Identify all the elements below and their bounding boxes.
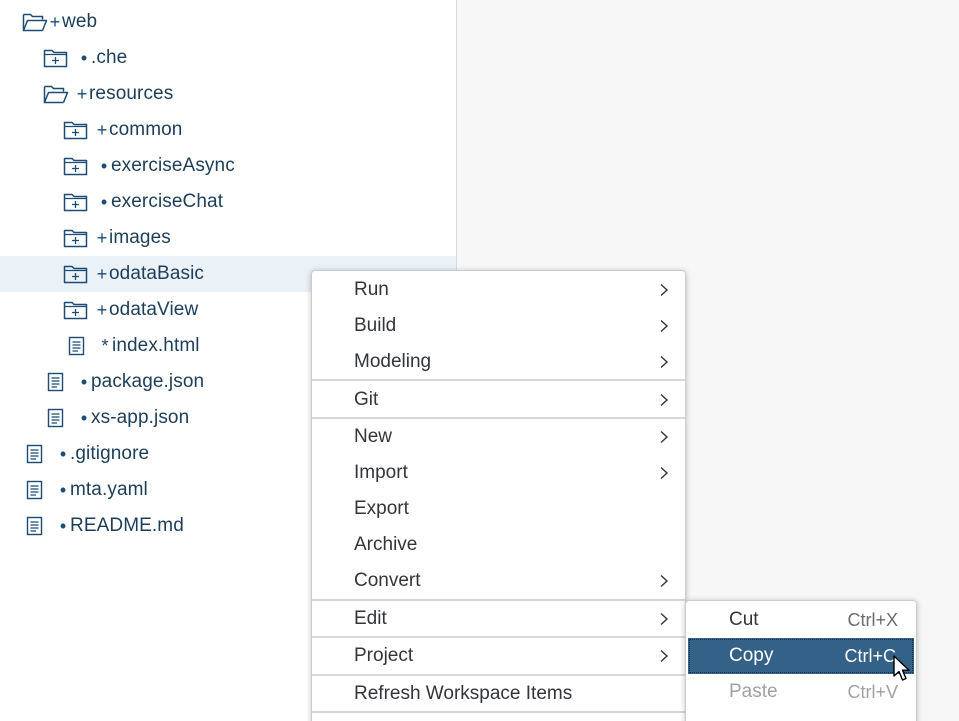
menu-item-label: Run [354,279,389,300]
menu-item-label: Project [354,645,414,666]
menu-separator [312,711,685,713]
tree-item-label: common [109,119,183,140]
menu-item-build[interactable]: Build [312,308,685,344]
menu-item-label: Modeling [354,351,432,372]
tree-marker: • [59,516,67,536]
tree-marker: + [76,84,88,104]
chevron-right-icon [655,353,673,371]
tree-item-label: .che [91,47,128,68]
tree-item-label: xs-app.json [91,407,190,428]
tree-item-label: images [109,227,171,248]
menu-item-label: New [354,426,393,447]
chevron-right-icon [655,391,673,409]
chevron-right-icon [655,281,673,299]
menu-separator [312,379,685,381]
shortcut-label: Ctrl+V [847,681,898,702]
menu-item-label: Import [354,462,408,483]
tree-marker: • [59,444,67,464]
menu-item-label: Build [354,315,397,336]
file-icon [25,443,51,465]
folder-open-icon [43,83,69,105]
chevron-right-icon [655,428,673,446]
folder-closed-icon [43,47,69,69]
chevron-right-icon [655,464,673,482]
tree-item-label: .gitignore [70,443,150,464]
tree-item-label: odataView [109,299,199,320]
folder-closed-icon [63,155,89,177]
tree-item-label: README.md [70,515,184,536]
menu-item-convert[interactable]: Convert [312,563,685,599]
folder-closed-icon [63,191,89,213]
menu-item-project[interactable]: Project [312,638,685,674]
menu-item-cut[interactable]: Cut Ctrl+X [686,602,916,638]
menu-item-label: Export [354,498,409,519]
tree-marker: + [49,12,61,32]
tree-marker: • [80,372,88,392]
menu-item-label: Cut [729,609,759,630]
file-icon [46,371,72,393]
menu-item-copy[interactable]: Copy Ctrl+C [688,638,914,674]
menu-item-paste[interactable]: Paste Ctrl+V [686,674,916,710]
tree-item-label: exerciseChat [111,191,224,212]
folder-closed-icon [63,263,89,285]
tree-item-exercisechat[interactable]: • exerciseChat [0,184,456,220]
tree-marker: + [96,300,108,320]
folder-closed-icon [63,227,89,249]
menu-item-edit[interactable]: Edit [312,601,685,637]
tree-item-label: index.html [112,335,200,356]
menu-item-run[interactable]: Run [312,272,685,308]
tree-item-label: web [62,11,98,32]
menu-item-git[interactable]: Git [312,382,685,418]
menu-item-export[interactable]: Export [312,491,685,527]
tree-marker: + [96,264,108,284]
tree-item-common[interactable]: + common [0,112,456,148]
menu-item-label: Copy [729,645,774,666]
menu-item-label: Edit [354,608,387,629]
tree-marker: • [100,192,108,212]
chevron-right-icon [655,572,673,590]
menu-item-import[interactable]: Import [312,455,685,491]
chevron-right-icon [655,610,673,628]
tree-marker: • [80,48,88,68]
tree-item-web[interactable]: + web [0,4,456,40]
tree-marker: • [100,156,108,176]
tree-item-images[interactable]: + images [0,220,456,256]
chevron-right-icon [655,647,673,665]
file-icon [25,479,51,501]
tree-marker: • [59,480,67,500]
tree-item-label: mta.yaml [70,479,148,500]
shortcut-label: Ctrl+X [847,609,898,630]
menu-item-modeling[interactable]: Modeling [312,344,685,380]
tree-item-label: odataBasic [109,263,205,284]
tree-marker: + [96,120,108,140]
menu-item-archive[interactable]: Archive [312,527,685,563]
menu-item-label: Refresh Workspace Items [354,683,573,704]
shortcut-label: Ctrl+C [844,645,896,666]
file-icon [46,407,72,429]
file-icon [25,515,51,537]
tree-marker: + [96,228,108,248]
file-icon [67,335,93,357]
tree-marker: * [101,336,109,356]
menu-item-refresh-workspace[interactable]: Refresh Workspace Items [312,676,685,712]
tree-item-che[interactable]: • .che [0,40,456,76]
chevron-right-icon [655,317,673,335]
menu-item-label: Convert [354,570,421,591]
folder-open-icon [22,11,48,33]
tree-item-resources[interactable]: + resources [0,76,456,112]
folder-closed-icon [63,119,89,141]
tree-item-exerciseasync[interactable]: • exerciseAsync [0,148,456,184]
tree-item-label: package.json [91,371,205,392]
ide-window: + web • .che + resources + common • exer… [0,0,959,721]
tree-item-label: exerciseAsync [111,155,235,176]
menu-item-label: Paste [729,681,778,702]
edit-submenu: Cut Ctrl+X Copy Ctrl+C Paste Ctrl+V [685,600,917,721]
menu-item-new[interactable]: New [312,419,685,455]
folder-closed-icon [63,299,89,321]
menu-item-label: Archive [354,534,418,555]
tree-item-label: resources [89,83,174,104]
tree-marker: • [80,408,88,428]
menu-item-label: Git [354,389,379,410]
context-menu: Run Build Modeling Git New Import Export [311,270,686,721]
